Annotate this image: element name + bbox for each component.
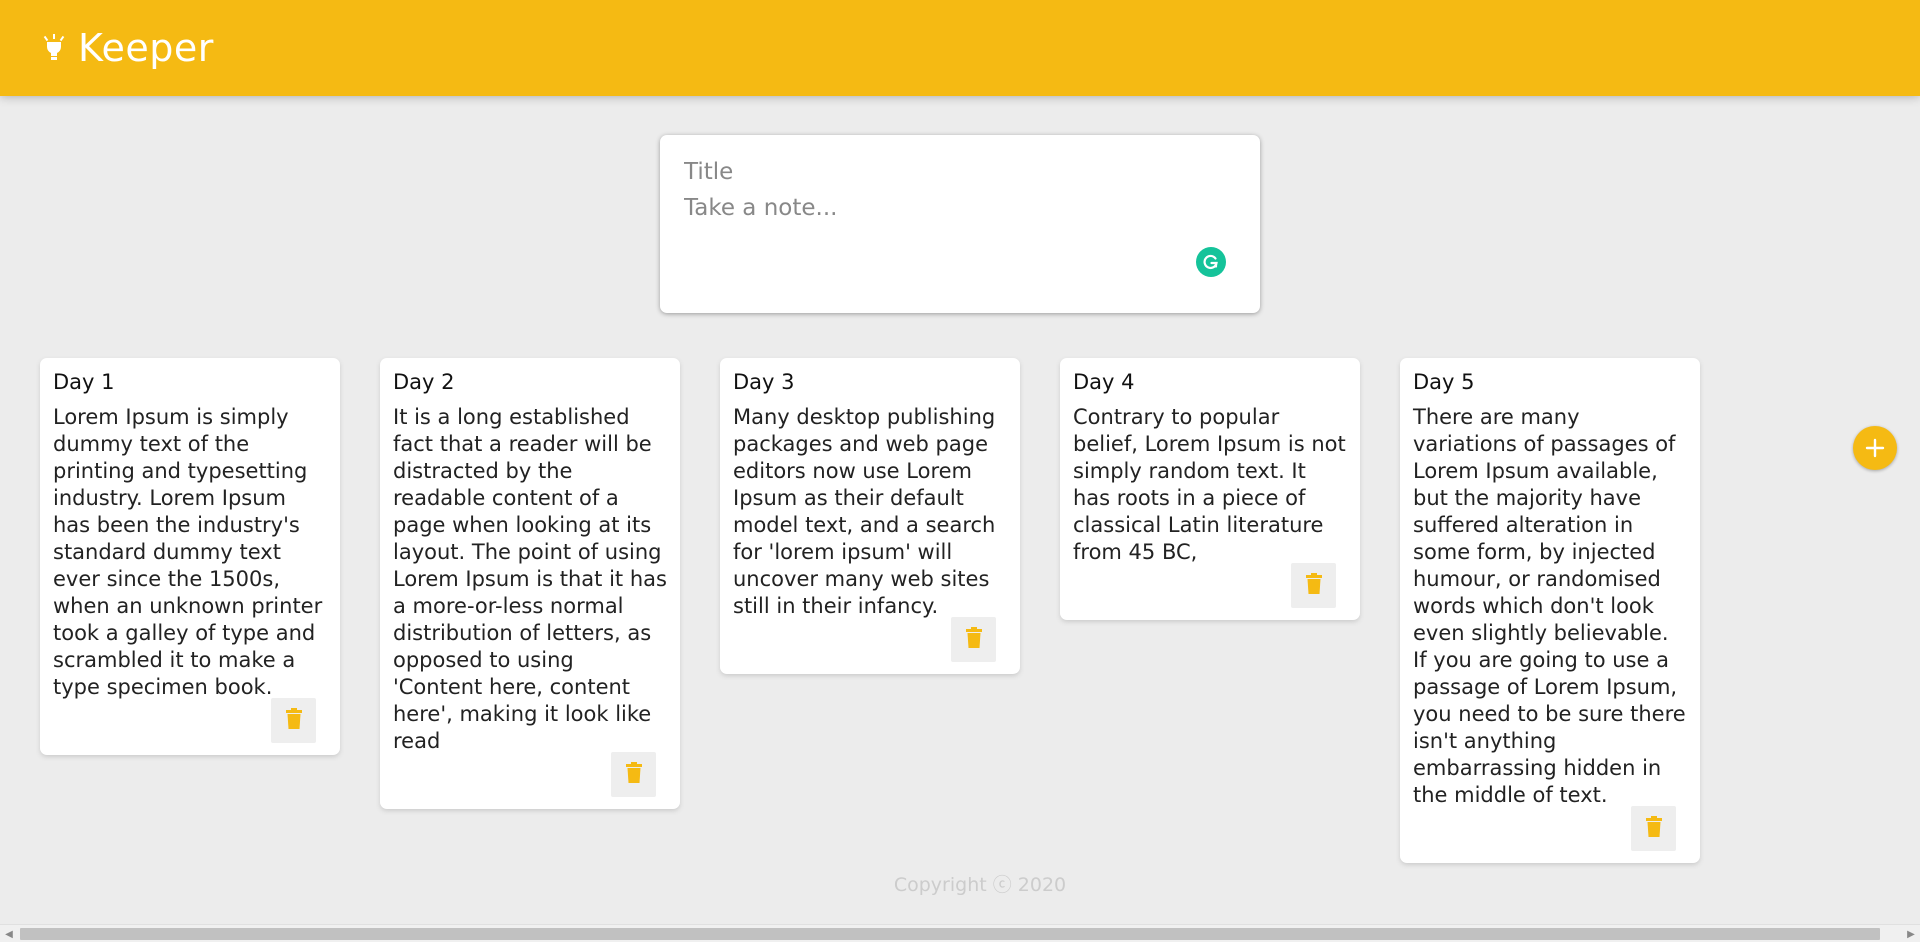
plus-icon xyxy=(1865,438,1885,458)
scroll-right-icon[interactable]: ▶ xyxy=(1902,925,1920,942)
delete-note-button[interactable] xyxy=(1631,806,1676,851)
trash-icon xyxy=(965,627,983,652)
note-card: Day 5 There are many variations of passag… xyxy=(1400,358,1700,863)
note-content-input[interactable] xyxy=(684,195,1236,275)
note-title: Day 4 xyxy=(1073,370,1135,394)
note-card: Day 2 It is a long established fact that … xyxy=(380,358,680,809)
note-card: Day 1 Lorem Ipsum is simply dummy text of… xyxy=(40,358,340,755)
note-content: Contrary to popular belief, Lorem Ipsum … xyxy=(1073,405,1353,564)
note-title-input[interactable] xyxy=(684,155,1236,189)
scroll-left-icon[interactable]: ◀ xyxy=(0,925,18,942)
note-content: There are many variations of passages of… xyxy=(1413,405,1693,807)
delete-note-button[interactable] xyxy=(951,617,996,662)
trash-icon xyxy=(1645,816,1663,841)
delete-note-button[interactable] xyxy=(611,752,656,797)
delete-note-button[interactable] xyxy=(1291,563,1336,608)
horizontal-scrollbar[interactable]: ◀ ▶ xyxy=(0,924,1920,942)
app-header: Keeper xyxy=(0,0,1920,96)
lightbulb-icon xyxy=(40,28,68,68)
scrollbar-thumb[interactable] xyxy=(20,928,1880,940)
delete-note-button[interactable] xyxy=(271,698,316,743)
note-content: Lorem Ipsum is simply dummy text of the … xyxy=(53,405,329,699)
app-title: Keeper xyxy=(78,26,214,70)
create-note-form xyxy=(660,135,1897,470)
trash-icon xyxy=(1305,573,1323,598)
note-card: Day 4 Contrary to popular belief, Lorem I… xyxy=(1060,358,1360,620)
note-title: Day 1 xyxy=(53,370,115,394)
trash-icon xyxy=(625,762,643,787)
note-title: Day 3 xyxy=(733,370,795,394)
note-title: Day 2 xyxy=(393,370,455,394)
note-title: Day 5 xyxy=(1413,370,1475,394)
grammarly-icon[interactable] xyxy=(1196,247,1226,277)
copyright-text: Copyright ⓒ 2020 xyxy=(893,874,1067,896)
note-card: Day 3 Many desktop publishing packages an… xyxy=(720,358,1020,674)
trash-icon xyxy=(285,708,303,733)
add-note-button[interactable] xyxy=(1853,426,1897,470)
note-content: It is a long established fact that a rea… xyxy=(393,405,674,753)
note-content: Many desktop publishing packages and web… xyxy=(733,405,1003,618)
footer: Copyright ⓒ 2020 xyxy=(0,870,1920,897)
